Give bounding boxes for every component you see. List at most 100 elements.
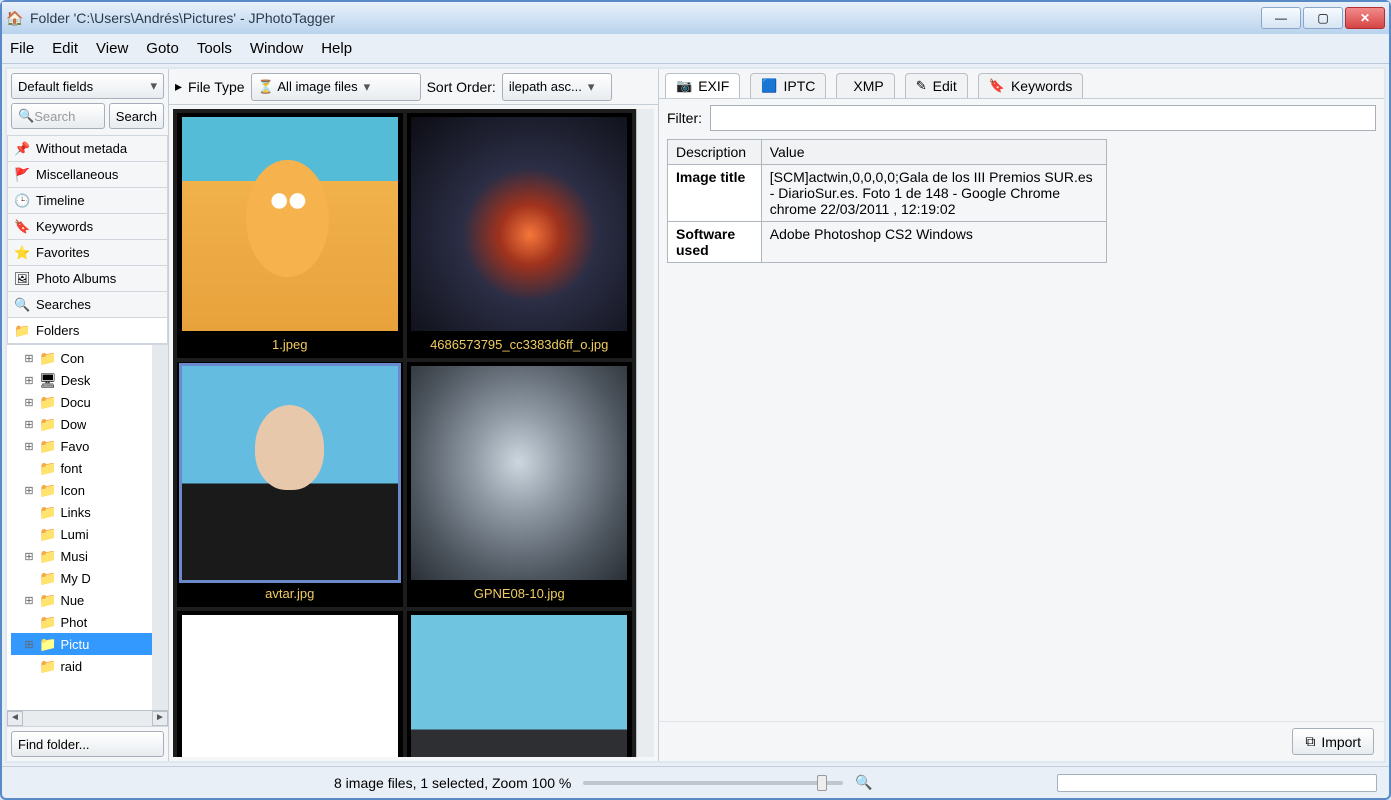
category-icon: ⭐ [14,245,30,261]
folder-icon: 📁 [39,592,56,609]
file-type-value: All image files [277,79,357,94]
menu-goto[interactable]: Goto [146,40,179,57]
filter-input[interactable] [710,105,1376,131]
category-without-metada[interactable]: 📌Without metada [7,136,168,162]
category-photo-albums[interactable]: 🖼 Photo Albums [7,266,168,292]
thumbnail[interactable] [177,611,403,757]
category-favorites[interactable]: ⭐ Favorites [7,240,168,266]
search-button[interactable]: Search [109,103,164,129]
tree-item[interactable]: 📁font [11,457,168,479]
category-searches[interactable]: 🔍Searches [7,292,168,318]
tree-item[interactable]: 📁Lumi [11,523,168,545]
menu-view[interactable]: View [96,40,128,57]
category-label: Without metada [36,141,127,156]
table-row[interactable]: Image title[SCM]actwin,0,0,0,0;Gala de l… [668,165,1107,222]
category-icon: 🔖 [14,219,30,235]
menu-window[interactable]: Window [250,40,303,57]
search-input[interactable]: 🔍 Search [11,103,105,129]
category-timeline[interactable]: 🕒Timeline [7,188,168,214]
maximize-button[interactable]: ▢ [1303,7,1343,29]
exif-description: Software used [668,222,762,263]
tree-vertical-scrollbar[interactable] [152,345,168,710]
tree-item[interactable]: 📁Links [11,501,168,523]
find-folder-button[interactable]: Find folder... [11,731,164,757]
thumbnail-scrollbar[interactable] [636,109,654,757]
thumbnail[interactable]: GPNE08-10.jpg [407,362,633,607]
menubar: File Edit View Goto Tools Window Help [2,34,1389,64]
menu-help[interactable]: Help [321,40,352,57]
tree-item[interactable]: ⊞📁Docu [11,391,168,413]
category-keywords[interactable]: 🔖Keywords [7,214,168,240]
tab-icon: 📷 [676,78,692,94]
app-window: 🏠 Folder 'C:\Users\Andrés\Pictures' - JP… [0,0,1391,800]
tree-expand-icon[interactable]: ⊞ [23,594,35,607]
tree-expand-icon[interactable]: ⊞ [23,374,35,387]
sort-order-combo[interactable]: ilepath asc... [502,73,612,101]
thumbnail[interactable]: 4686573795_cc3383d6ff_o.jpg [407,113,633,358]
tree-expand-icon[interactable]: ⊞ [23,418,35,431]
category-miscellaneous[interactable]: 🚩Miscellaneous [7,162,168,188]
thumbnail-caption: 1.jpeg [272,335,307,358]
tree-item-label: Con [60,351,84,366]
zoom-knob[interactable] [817,775,827,791]
tree-item[interactable]: ⊞📁Pictu [11,633,168,655]
file-type-combo[interactable]: ⏳ All image files [251,73,421,101]
tree-item[interactable]: ⊞🖥Desk [11,369,168,391]
table-row[interactable]: Software usedAdobe Photoshop CS2 Windows [668,222,1107,263]
tree-item-label: Desk [61,373,91,388]
thumbnail[interactable]: avtar.jpg [177,362,403,607]
thumbnail-grid: 1.jpeg 4686573795_cc3383d6ff_o.jpg avtar.j… [173,109,636,757]
scroll-left-button[interactable]: ◄ [7,711,23,726]
folder-icon: 📁 [39,438,56,455]
tab-edit[interactable]: ✎Edit [905,73,968,98]
tree-item[interactable]: 📁Phot [11,611,168,633]
zoom-icon[interactable]: 🔍 [855,774,872,791]
tree-expand-icon[interactable]: ⊞ [23,484,35,497]
tree-item[interactable]: ⊞📁Con [11,347,168,369]
filter-label: Filter: [667,110,702,126]
fields-dropdown[interactable]: Default fields [11,73,164,99]
thumbnail-caption: 4686573795_cc3383d6ff_o.jpg [430,335,608,358]
tree-item[interactable]: 📁raid [11,655,168,677]
category-folders[interactable]: 📁Folders [7,318,168,344]
thumbnail[interactable]: 1.jpeg [177,113,403,358]
category-label: Photo Albums [36,271,116,286]
tree-item[interactable]: ⊞📁Musi [11,545,168,567]
tree-expand-icon[interactable]: ⊞ [23,638,35,651]
thumbnail[interactable] [407,611,633,757]
tree-horizontal-scrollbar[interactable]: ◄ ► [7,710,168,726]
tree-expand-icon[interactable]: ⊞ [23,396,35,409]
folder-icon: 📁 [39,548,56,565]
folder-icon: 📁 [39,482,56,499]
tree-item[interactable]: ⊞📁Icon [11,479,168,501]
menu-edit[interactable]: Edit [52,40,78,57]
minimize-button[interactable]: — [1261,7,1301,29]
tab-xmp[interactable]: XMP [836,73,894,98]
tree-item[interactable]: ⊞📁Favo [11,435,168,457]
tree-expand-icon[interactable]: ⊞ [23,440,35,453]
column-header-value[interactable]: Value [761,140,1106,165]
tree-item[interactable]: ⊞📁Dow [11,413,168,435]
folder-tree[interactable]: ⊞📁Con⊞🖥Desk⊞📁Docu⊞📁Dow⊞📁Favo📁font⊞📁Icon📁… [7,344,168,710]
scroll-right-button[interactable]: ► [152,711,168,726]
left-panel: Default fields 🔍 Search Search 📌Without … [7,69,169,761]
category-icon: 🖼 [14,271,30,287]
column-header-description[interactable]: Description [668,140,762,165]
tab-iptc[interactable]: 🟦IPTC [750,73,826,98]
import-button[interactable]: ⧉ Import [1292,728,1374,755]
tree-expand-icon[interactable]: ⊞ [23,550,35,563]
close-button[interactable]: ✕ [1345,7,1385,29]
menu-tools[interactable]: Tools [197,40,232,57]
category-label: Favorites [36,245,89,260]
tree-item[interactable]: ⊞📁Nue [11,589,168,611]
zoom-slider[interactable] [583,781,843,785]
tree-item[interactable]: 📁My D [11,567,168,589]
menu-file[interactable]: File [10,40,34,57]
tab-exif[interactable]: 📷EXIF [665,73,740,98]
tab-keywords[interactable]: 🔖Keywords [978,73,1084,98]
expand-icon[interactable]: ▸ [175,78,182,95]
app-icon: 🏠 [6,9,24,27]
center-toolbar: ▸ File Type ⏳ All image files Sort Order… [169,69,658,105]
tree-expand-icon[interactable]: ⊞ [23,352,35,365]
status-text: 8 image files, 1 selected, Zoom 100 % [334,775,571,791]
